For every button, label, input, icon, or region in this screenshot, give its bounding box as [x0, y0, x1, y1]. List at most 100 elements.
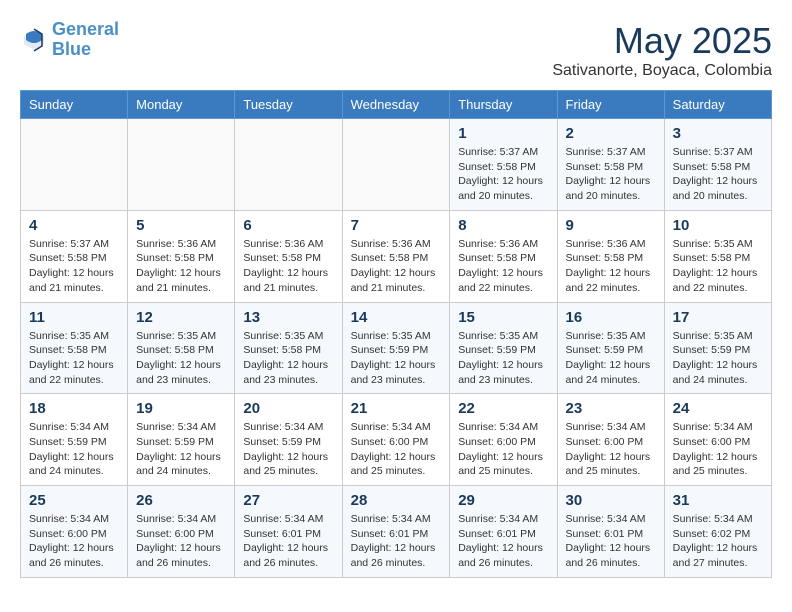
calendar-cell: 31 Sunrise: 5:34 AM Sunset: 6:02 PM Dayli…: [664, 486, 771, 578]
day-number: 31: [673, 492, 763, 509]
week-row-3: 11Sunrise: 5:35 AM Sunset: 5:58 PM Dayli…: [21, 302, 772, 394]
day-info: Sunrise: 5:35 AM Sunset: 5:58 PM Dayligh…: [136, 329, 226, 388]
day-number: 27: [243, 492, 333, 509]
day-info: Sunrise: 5:34 AM Sunset: 6:00 PM Dayligh…: [29, 512, 119, 571]
day-number: 16: [566, 309, 656, 326]
calendar-cell: [342, 119, 450, 211]
weekday-header-friday: Friday: [557, 91, 664, 119]
weekday-header-monday: Monday: [128, 91, 235, 119]
calendar-cell: 22Sunrise: 5:34 AM Sunset: 6:00 PM Dayli…: [450, 394, 557, 486]
day-number: 2: [566, 125, 656, 142]
day-info: Sunrise: 5:37 AM Sunset: 5:58 PM Dayligh…: [566, 145, 656, 204]
day-number: 7: [351, 217, 442, 234]
day-info: Sunrise: 5:36 AM Sunset: 5:58 PM Dayligh…: [458, 237, 548, 296]
day-info: Sunrise: 5:35 AM Sunset: 5:58 PM Dayligh…: [243, 329, 333, 388]
page-header: General Blue May 2025 Sativanorte, Boyac…: [20, 20, 772, 80]
calendar-cell: 18 Sunrise: 5:34 AM Sunset: 5:59 PM Dayli…: [21, 394, 128, 486]
calendar-cell: 5 Sunrise: 5:36 AM Sunset: 5:58 PM Daylig…: [128, 210, 235, 302]
calendar-cell: 4 Sunrise: 5:37 AM Sunset: 5:58 PM Daylig…: [21, 210, 128, 302]
day-info: Sunrise: 5:35 AM Sunset: 5:59 PM Dayligh…: [458, 329, 548, 388]
calendar-cell: 20Sunrise: 5:34 AM Sunset: 5:59 PM Dayli…: [235, 394, 342, 486]
week-row-2: 4 Sunrise: 5:37 AM Sunset: 5:58 PM Daylig…: [21, 210, 772, 302]
day-number: 26: [136, 492, 226, 509]
day-info: Sunrise: 5:35 AM Sunset: 5:59 PM Dayligh…: [566, 329, 656, 388]
day-number: 8: [458, 217, 548, 234]
logo: General Blue: [20, 20, 119, 60]
calendar-cell: 1 Sunrise: 5:37 AM Sunset: 5:58 PM Daylig…: [450, 119, 557, 211]
month-title: May 2025: [552, 20, 772, 62]
day-number: 20: [243, 400, 333, 417]
day-info: Sunrise: 5:35 AM Sunset: 5:58 PM Dayligh…: [29, 329, 119, 388]
day-number: 10: [673, 217, 763, 234]
day-number: 22: [458, 400, 548, 417]
day-info: Sunrise: 5:37 AM Sunset: 5:58 PM Dayligh…: [458, 145, 548, 204]
calendar-cell: 6 Sunrise: 5:36 AM Sunset: 5:58 PM Daylig…: [235, 210, 342, 302]
day-info: Sunrise: 5:35 AM Sunset: 5:59 PM Dayligh…: [351, 329, 442, 388]
calendar-cell: 14 Sunrise: 5:35 AM Sunset: 5:59 PM Dayli…: [342, 302, 450, 394]
calendar-cell: 8 Sunrise: 5:36 AM Sunset: 5:58 PM Daylig…: [450, 210, 557, 302]
week-row-5: 25 Sunrise: 5:34 AM Sunset: 6:00 PM Dayli…: [21, 486, 772, 578]
day-number: 5: [136, 217, 226, 234]
weekday-header-wednesday: Wednesday: [342, 91, 450, 119]
day-number: 1: [458, 125, 548, 142]
location-subtitle: Sativanorte, Boyaca, Colombia: [552, 62, 772, 80]
day-info: Sunrise: 5:36 AM Sunset: 5:58 PM Dayligh…: [566, 237, 656, 296]
logo-icon: [20, 26, 48, 54]
day-info: Sunrise: 5:34 AM Sunset: 6:01 PM Dayligh…: [458, 512, 548, 571]
calendar-cell: [21, 119, 128, 211]
calendar-cell: 24 Sunrise: 5:34 AM Sunset: 6:00 PM Dayli…: [664, 394, 771, 486]
calendar-cell: 11Sunrise: 5:35 AM Sunset: 5:58 PM Dayli…: [21, 302, 128, 394]
day-number: 12: [136, 309, 226, 326]
day-number: 13: [243, 309, 333, 326]
day-info: Sunrise: 5:34 AM Sunset: 6:01 PM Dayligh…: [243, 512, 333, 571]
day-info: Sunrise: 5:34 AM Sunset: 5:59 PM Dayligh…: [29, 420, 119, 479]
calendar-cell: 21 Sunrise: 5:34 AM Sunset: 6:00 PM Dayli…: [342, 394, 450, 486]
day-info: Sunrise: 5:36 AM Sunset: 5:58 PM Dayligh…: [243, 237, 333, 296]
day-number: 14: [351, 309, 442, 326]
weekday-header-tuesday: Tuesday: [235, 91, 342, 119]
calendar-cell: 28Sunrise: 5:34 AM Sunset: 6:01 PM Dayli…: [342, 486, 450, 578]
day-info: Sunrise: 5:34 AM Sunset: 5:59 PM Dayligh…: [136, 420, 226, 479]
calendar-cell: 29Sunrise: 5:34 AM Sunset: 6:01 PM Dayli…: [450, 486, 557, 578]
calendar-cell: 7 Sunrise: 5:36 AM Sunset: 5:58 PM Daylig…: [342, 210, 450, 302]
calendar-cell: 10Sunrise: 5:35 AM Sunset: 5:58 PM Dayli…: [664, 210, 771, 302]
week-row-1: 1 Sunrise: 5:37 AM Sunset: 5:58 PM Daylig…: [21, 119, 772, 211]
day-info: Sunrise: 5:37 AM Sunset: 5:58 PM Dayligh…: [673, 145, 763, 204]
day-number: 6: [243, 217, 333, 234]
day-number: 4: [29, 217, 119, 234]
day-number: 21: [351, 400, 442, 417]
day-info: Sunrise: 5:34 AM Sunset: 6:00 PM Dayligh…: [566, 420, 656, 479]
calendar-cell: 3 Sunrise: 5:37 AM Sunset: 5:58 PM Daylig…: [664, 119, 771, 211]
calendar-cell: 12 Sunrise: 5:35 AM Sunset: 5:58 PM Dayli…: [128, 302, 235, 394]
day-number: 18: [29, 400, 119, 417]
day-number: 9: [566, 217, 656, 234]
day-number: 23: [566, 400, 656, 417]
day-info: Sunrise: 5:34 AM Sunset: 6:00 PM Dayligh…: [351, 420, 442, 479]
day-info: Sunrise: 5:36 AM Sunset: 5:58 PM Dayligh…: [136, 237, 226, 296]
calendar-cell: [128, 119, 235, 211]
day-info: Sunrise: 5:36 AM Sunset: 5:58 PM Dayligh…: [351, 237, 442, 296]
title-block: May 2025 Sativanorte, Boyaca, Colombia: [552, 20, 772, 80]
day-number: 19: [136, 400, 226, 417]
calendar-cell: 13 Sunrise: 5:35 AM Sunset: 5:58 PM Dayli…: [235, 302, 342, 394]
day-info: Sunrise: 5:34 AM Sunset: 6:00 PM Dayligh…: [673, 420, 763, 479]
calendar-table: SundayMondayTuesdayWednesdayThursdayFrid…: [20, 90, 772, 578]
day-info: Sunrise: 5:34 AM Sunset: 6:02 PM Dayligh…: [673, 512, 763, 571]
weekday-header-saturday: Saturday: [664, 91, 771, 119]
day-number: 24: [673, 400, 763, 417]
calendar-cell: 27 Sunrise: 5:34 AM Sunset: 6:01 PM Dayli…: [235, 486, 342, 578]
week-row-4: 18 Sunrise: 5:34 AM Sunset: 5:59 PM Dayli…: [21, 394, 772, 486]
calendar-cell: [235, 119, 342, 211]
calendar-cell: 16 Sunrise: 5:35 AM Sunset: 5:59 PM Dayli…: [557, 302, 664, 394]
day-info: Sunrise: 5:37 AM Sunset: 5:58 PM Dayligh…: [29, 237, 119, 296]
calendar-cell: 26 Sunrise: 5:34 AM Sunset: 6:00 PM Dayli…: [128, 486, 235, 578]
calendar-cell: 9 Sunrise: 5:36 AM Sunset: 5:58 PM Daylig…: [557, 210, 664, 302]
day-info: Sunrise: 5:35 AM Sunset: 5:59 PM Dayligh…: [673, 329, 763, 388]
day-info: Sunrise: 5:34 AM Sunset: 6:01 PM Dayligh…: [351, 512, 442, 571]
day-number: 30: [566, 492, 656, 509]
weekday-header-thursday: Thursday: [450, 91, 557, 119]
day-number: 3: [673, 125, 763, 142]
day-info: Sunrise: 5:34 AM Sunset: 6:00 PM Dayligh…: [136, 512, 226, 571]
day-number: 25: [29, 492, 119, 509]
calendar-cell: 15Sunrise: 5:35 AM Sunset: 5:59 PM Dayli…: [450, 302, 557, 394]
